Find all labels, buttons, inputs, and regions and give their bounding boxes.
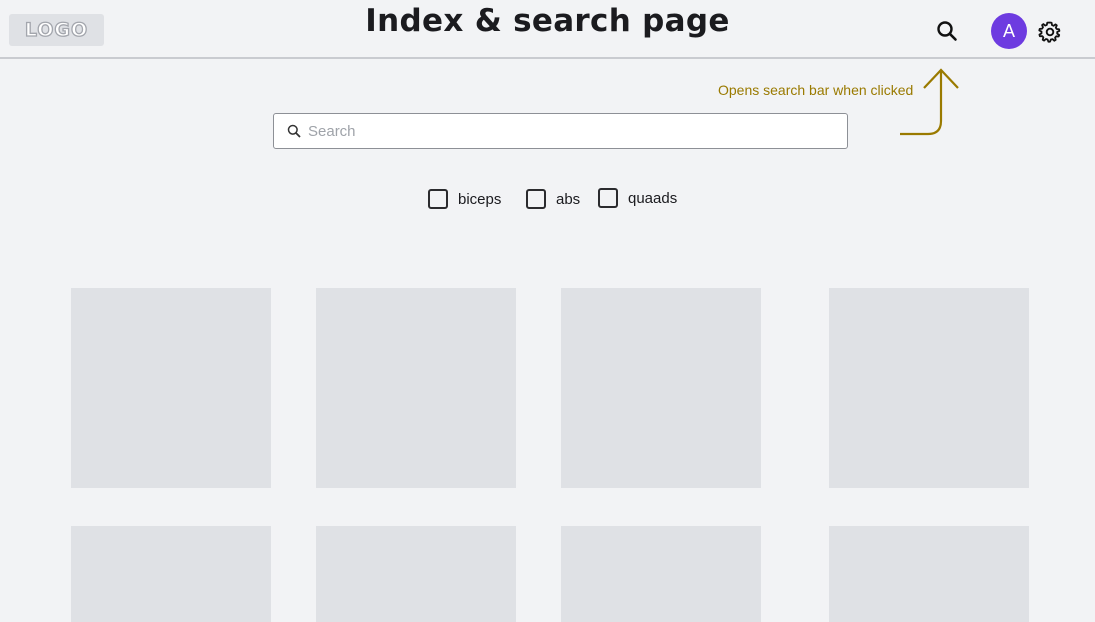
grid-card[interactable] [561,288,761,488]
gear-icon[interactable] [1036,18,1064,46]
grid-card[interactable] [71,288,271,488]
grid-card[interactable] [561,526,761,622]
search-input[interactable] [308,114,847,148]
filter-label: quaads [628,189,678,207]
filter-label: biceps [458,190,502,208]
search-icon[interactable] [933,17,961,45]
grid-card[interactable] [829,288,1029,488]
top-header: LOGO Index & search page A [0,0,1095,59]
filter-biceps[interactable]: biceps [428,189,501,209]
avatar-initial: A [1002,20,1015,41]
filter-quaads[interactable]: quaads [598,188,677,208]
filter-abs[interactable]: abs [526,189,580,209]
search-bar[interactable] [273,113,848,149]
filter-label: abs [556,190,581,208]
index-search-page: LOGO Index & search page A Opens search … [0,0,1095,622]
page-title: Index & search page [365,3,730,39]
grid-card[interactable] [316,288,516,488]
checkbox[interactable] [598,188,618,208]
annotation-arrow-icon [900,68,959,136]
annotation-note: Opens search bar when clicked [718,82,914,98]
grid-card[interactable] [316,526,516,622]
checkbox[interactable] [526,189,546,209]
grid-card[interactable] [71,526,271,622]
grid-card[interactable] [829,526,1029,622]
avatar[interactable]: A [991,13,1027,49]
search-icon [287,124,301,138]
checkbox[interactable] [428,189,448,209]
